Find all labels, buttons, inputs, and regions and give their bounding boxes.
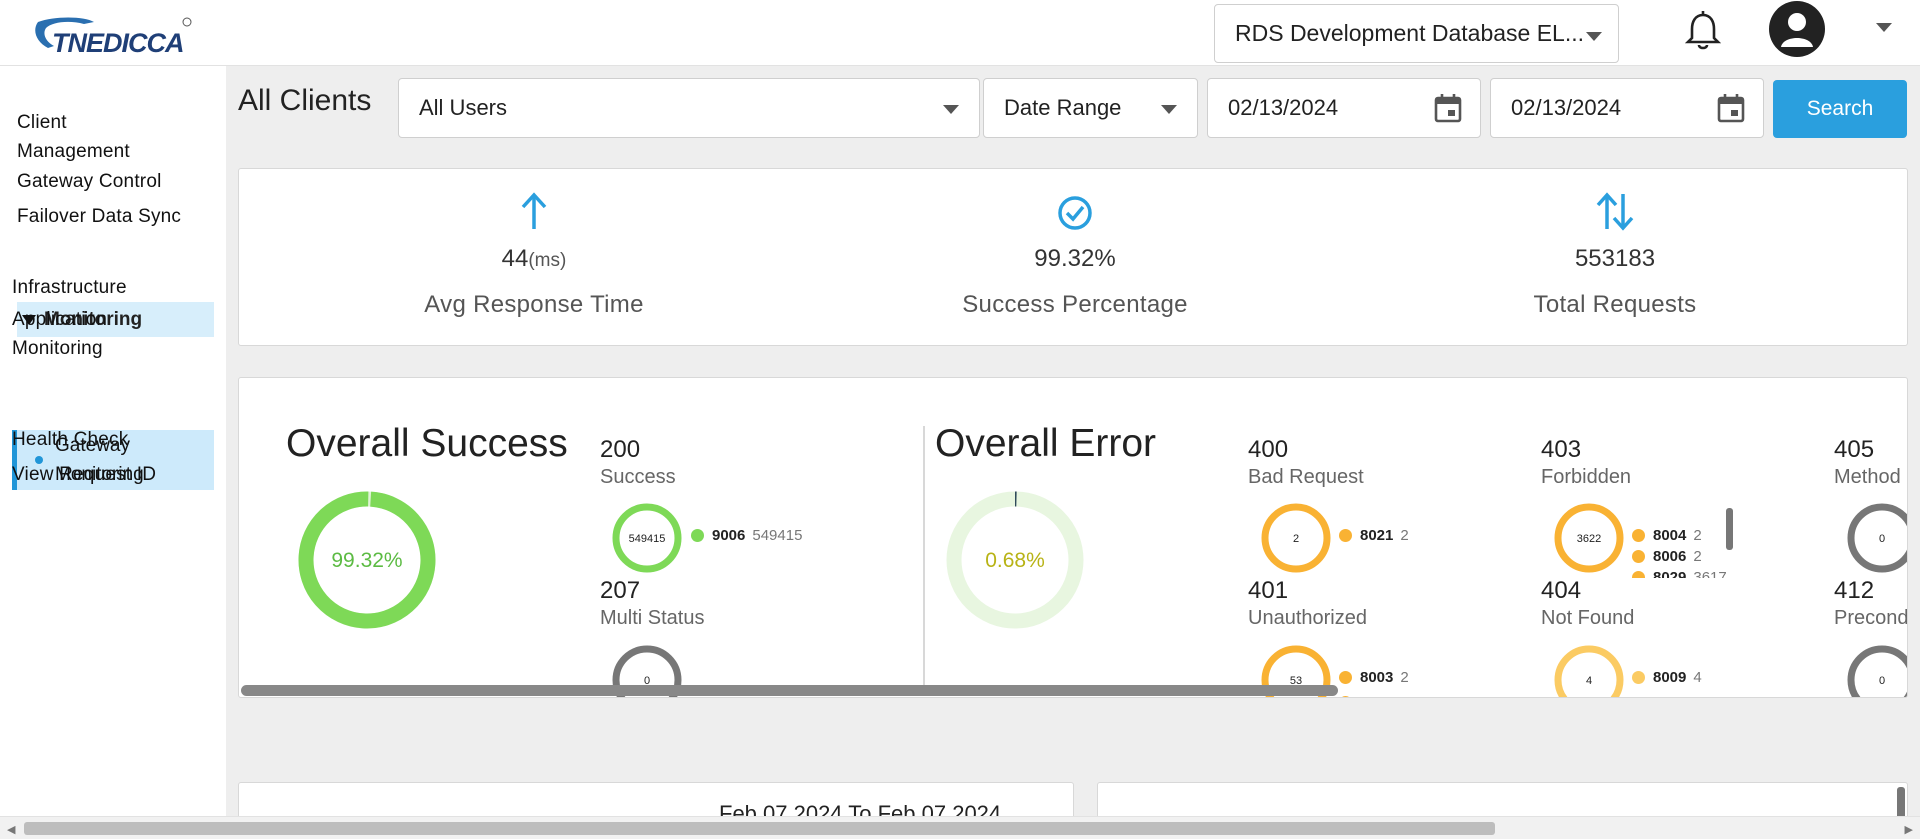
code-200: 200	[600, 436, 641, 463]
card-horizontal-scrollbar[interactable]	[239, 685, 1907, 697]
svg-text:0: 0	[1879, 533, 1885, 545]
legend-8029: 8029 3617	[1632, 569, 1732, 578]
bell-icon[interactable]	[1683, 9, 1723, 53]
database-select-value: RDS Development Database EL...	[1235, 20, 1585, 46]
svg-text:3622: 3622	[1577, 533, 1601, 545]
avg-response-stat: 44(ms) Avg Response Time	[384, 169, 684, 319]
users-select[interactable]: All Users	[398, 78, 980, 138]
end-date-input[interactable]: 02/13/2024	[1490, 78, 1764, 138]
code-401-desc: Unauthorized	[1248, 607, 1367, 629]
status-codes-card: Overall Success 99.32% 200 Success 54941…	[238, 377, 1908, 698]
code-400-desc: Bad Request	[1248, 466, 1364, 488]
sidebar-item-client-management[interactable]: Client Management	[17, 108, 130, 166]
calendar-icon[interactable]	[1434, 93, 1462, 123]
chevron-down-icon	[1586, 32, 1602, 41]
code-412-desc: Precond	[1834, 607, 1908, 629]
check-circle-icon	[925, 191, 1225, 235]
user-avatar-icon[interactable]	[1769, 1, 1825, 57]
main-content: All Clients All Users Date Range 02/13/2…	[226, 66, 1920, 839]
legend-9006: 9006 549415	[691, 527, 802, 544]
date-range-select[interactable]: Date Range	[983, 78, 1198, 138]
code-403-donut: 3622	[1554, 503, 1624, 573]
code-401: 401	[1248, 577, 1289, 604]
code-400: 400	[1248, 436, 1289, 463]
code-403: 403	[1541, 436, 1582, 463]
svg-text:0.68%: 0.68%	[985, 549, 1045, 572]
svg-text:TNEDICCA: TNEDICCA	[52, 28, 184, 58]
window-horizontal-scrollbar[interactable]: ◀ ▶	[0, 816, 1920, 839]
sidebar-item-gateway-control[interactable]: Gateway Control	[17, 167, 162, 196]
sidebar-item-health-check[interactable]: Health Check	[12, 425, 128, 454]
code-405-desc: Method	[1834, 466, 1901, 488]
svg-text:549415: 549415	[629, 533, 666, 545]
code-412: 412	[1834, 577, 1875, 604]
code-404: 404	[1541, 577, 1582, 604]
legend-8004: 8004 2	[1632, 527, 1732, 544]
code-207-desc: Multi Status	[600, 607, 705, 629]
legend-8003: 8003 2	[1339, 669, 1409, 686]
legend-scrollbar[interactable]	[1726, 508, 1733, 550]
total-requests-stat: 553183 Total Requests	[1465, 169, 1765, 319]
code-200-desc: Success	[600, 466, 676, 488]
sidebar-nav: Client Management Gateway Control Failov…	[0, 66, 226, 816]
svg-text:2: 2	[1293, 533, 1299, 545]
sidebar-item-failover-data-sync[interactable]: Failover Data Sync	[17, 202, 181, 231]
page-title: All Clients	[238, 84, 372, 117]
legend-403-list[interactable]: 8004 2 8006 2 8029 3617	[1632, 516, 1732, 578]
sidebar-item-application-monitoring[interactable]: Application Monitoring	[12, 305, 107, 363]
legend-8009: 8009 4	[1632, 669, 1702, 686]
success-percentage-stat: 99.32% Success Percentage	[925, 169, 1225, 319]
overall-error-title: Overall Error	[935, 422, 1157, 465]
code-207: 207	[600, 577, 641, 604]
sidebar-item-view-request-id[interactable]: View Request ID	[12, 460, 156, 489]
code-403-desc: Forbidden	[1541, 466, 1632, 488]
code-405: 405	[1834, 436, 1875, 463]
start-date-input[interactable]: 02/13/2024	[1207, 78, 1481, 138]
scroll-left-icon[interactable]: ◀	[7, 823, 15, 836]
swap-vertical-icon	[1465, 191, 1765, 235]
chevron-down-icon	[1161, 105, 1177, 114]
overall-success-donut: 99.32%	[298, 491, 436, 629]
overall-success-title: Overall Success	[286, 422, 568, 465]
sidebar-item-infrastructure[interactable]: Infrastructure	[12, 273, 127, 302]
search-button[interactable]: Search	[1773, 80, 1907, 138]
chevron-down-icon	[943, 105, 959, 114]
company-logo[interactable]: TNEDICCA	[34, 16, 194, 58]
database-select[interactable]: RDS Development Database EL...	[1214, 4, 1619, 63]
scrollbar-thumb[interactable]	[241, 685, 1338, 696]
overall-error-donut: 0.68%	[946, 491, 1084, 629]
summary-stats-card: 44(ms) Avg Response Time 99.32% Success …	[238, 168, 1908, 346]
section-divider	[923, 426, 925, 688]
svg-text:99.32%: 99.32%	[331, 549, 402, 572]
calendar-icon[interactable]	[1717, 93, 1745, 123]
code-405-donut: 0	[1847, 503, 1907, 573]
code-200-donut: 549415	[612, 503, 682, 573]
scroll-right-icon[interactable]: ▶	[1905, 823, 1913, 836]
code-400-donut: 2	[1261, 503, 1331, 573]
top-header: TNEDICCA RDS Development Database EL...	[0, 0, 1920, 66]
arrow-up-icon	[384, 191, 684, 235]
chevron-down-icon[interactable]	[1876, 23, 1892, 32]
legend-8021: 8021 2	[1339, 527, 1409, 544]
legend-8006: 8006 2	[1632, 548, 1732, 565]
window-scrollbar-thumb[interactable]	[24, 822, 1495, 835]
code-404-desc: Not Found	[1541, 607, 1635, 629]
